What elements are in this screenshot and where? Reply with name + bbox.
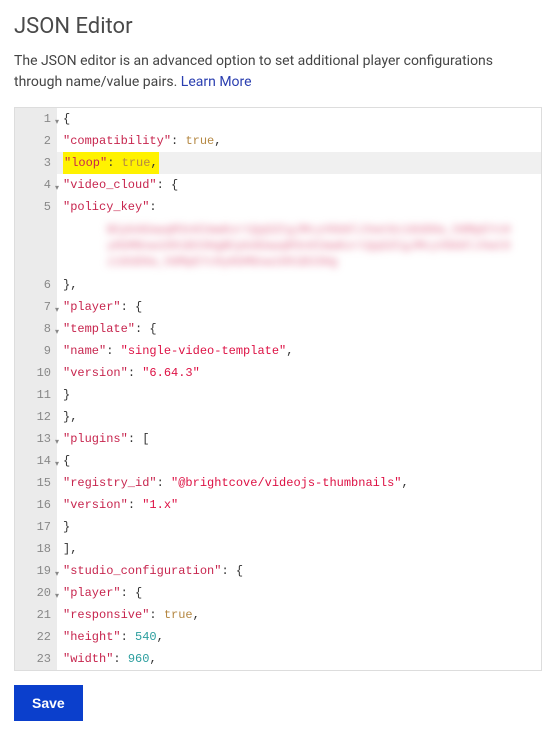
code-line[interactable]: 17 } [15, 516, 541, 538]
code-content[interactable]: "policy_key": [57, 196, 157, 218]
line-number: 4▾ [15, 174, 57, 196]
code-line[interactable]: 19▾ "studio_configuration": { [15, 560, 541, 582]
page-title: JSON Editor [14, 14, 542, 39]
code-content[interactable]: "player": { [57, 296, 142, 318]
code-line[interactable]: 15 "registry_id": "@brightcove/videojs-t… [15, 472, 541, 494]
code-content[interactable]: }, [57, 274, 77, 296]
code-content[interactable]: "compatibility": true, [57, 130, 221, 152]
code-content[interactable]: } [57, 384, 70, 406]
line-number: 8▾ [15, 318, 57, 340]
line-number: 2 [15, 130, 57, 152]
line-number: 3 [15, 152, 57, 174]
line-number: 13▾ [15, 428, 57, 450]
code-content[interactable]: "registry_id": "@brightcove/videojs-thum… [57, 472, 409, 494]
description-text: The JSON editor is an advanced option to… [14, 53, 493, 90]
code-line[interactable]: 22 "height": 540, [15, 626, 541, 648]
code-line[interactable]: 4▾ "video_cloud": { [15, 174, 541, 196]
line-number [15, 218, 57, 274]
code-line[interactable]: 16 "version": "1.x" [15, 494, 541, 516]
editor-description: The JSON editor is an advanced option to… [14, 51, 542, 93]
code-line[interactable]: 8▾ "template": { [15, 318, 541, 340]
line-number: 18 [15, 538, 57, 560]
code-line[interactable]: 9 "name": "single-video-template", [15, 340, 541, 362]
code-line[interactable]: 12 }, [15, 406, 541, 428]
code-content[interactable]: "version": "1.x" [57, 494, 178, 516]
code-content[interactable]: ], [57, 538, 77, 560]
code-line[interactable]: 23 "width": 960, [15, 648, 541, 670]
save-button[interactable]: Save [14, 685, 83, 721]
code-content[interactable]: "player": { [57, 582, 142, 604]
code-line[interactable]: 2 "compatibility": true, [15, 130, 541, 152]
code-line[interactable]: 3 "loop": true, [15, 152, 541, 174]
code-content[interactable]: "name": "single-video-template", [57, 340, 293, 362]
code-content[interactable]: } [57, 516, 70, 538]
code-content[interactable]: "width": 960, [57, 648, 157, 670]
line-number: 23 [15, 648, 57, 670]
code-content[interactable]: "loop": true, [57, 152, 159, 174]
code-line[interactable]: 11 } [15, 384, 541, 406]
json-code-editor[interactable]: 1▾{2 "compatibility": true,3 "loop": tru… [14, 107, 542, 671]
code-line[interactable]: 13▾ "plugins": [ [15, 428, 541, 450]
line-number: 1▾ [15, 108, 57, 130]
line-number: 6 [15, 274, 57, 296]
line-number: 12 [15, 406, 57, 428]
code-content[interactable]: "video_cloud": { [57, 174, 178, 196]
learn-more-link[interactable]: Learn More [181, 74, 252, 90]
code-content[interactable]: }, [57, 406, 77, 428]
line-number: 20▾ [15, 582, 57, 604]
line-number: 17 [15, 516, 57, 538]
line-number: 21 [15, 604, 57, 626]
code-line[interactable]: 20▾ "player": { [15, 582, 541, 604]
line-number: 11 [15, 384, 57, 406]
code-line-redacted: BCpkADawqM3n0ImwKortQqSZCgJMcyVbb8lJVwt0… [15, 218, 541, 274]
code-line[interactable]: 21 "responsive": true, [15, 604, 541, 626]
code-content[interactable]: "studio_configuration": { [57, 560, 243, 582]
code-line[interactable]: 5 "policy_key": [15, 196, 541, 218]
code-line[interactable]: 14▾ { [15, 450, 541, 472]
code-line[interactable]: 1▾{ [15, 108, 541, 130]
line-number: 16 [15, 494, 57, 516]
line-number: 9 [15, 340, 57, 362]
code-content[interactable]: "version": "6.64.3" [57, 362, 200, 384]
code-line[interactable]: 7▾ "player": { [15, 296, 541, 318]
line-number: 15 [15, 472, 57, 494]
line-number: 14▾ [15, 450, 57, 472]
line-number: 10 [15, 362, 57, 384]
highlighted-region: "loop": true, [63, 152, 159, 174]
code-line[interactable]: 18 ], [15, 538, 541, 560]
line-number: 5 [15, 196, 57, 218]
line-number: 7▾ [15, 296, 57, 318]
code-content[interactable]: "height": 540, [57, 626, 164, 648]
code-line[interactable]: 6 }, [15, 274, 541, 296]
line-number: 22 [15, 626, 57, 648]
code-line[interactable]: 10 "version": "6.64.3" [15, 362, 541, 384]
code-content[interactable]: "responsive": true, [57, 604, 200, 626]
line-number: 19▾ [15, 560, 57, 582]
code-content[interactable]: "template": { [57, 318, 157, 340]
redacted-value: BCpkADawqM3n0ImwKortQqSZCgJMcyVbb8lJVwt0… [107, 222, 511, 270]
code-content[interactable]: "plugins": [ [57, 428, 149, 450]
